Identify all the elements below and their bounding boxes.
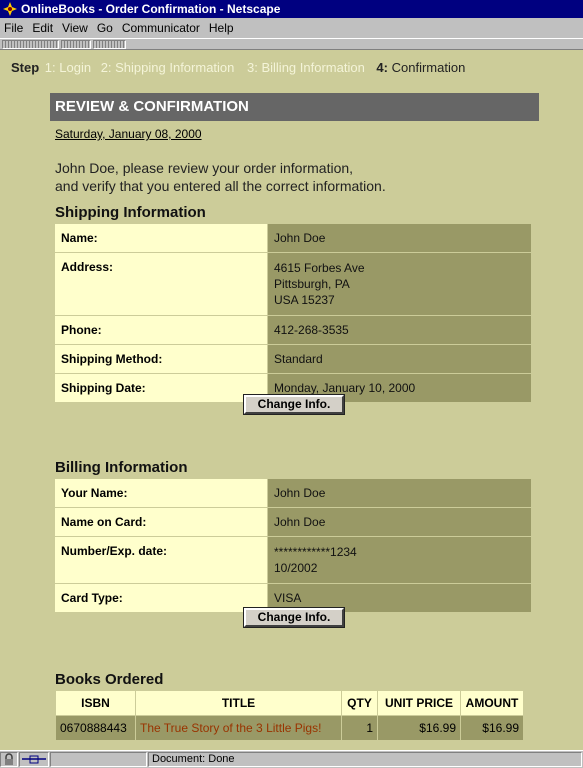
address-line-2: Pittsburgh, PA bbox=[274, 277, 350, 291]
menu-view[interactable]: View bbox=[62, 21, 88, 35]
table-row: Name: John Doe bbox=[55, 224, 531, 252]
change-shipping-button[interactable]: Change Info. bbox=[243, 394, 345, 415]
billing-table: Your Name: John Doe Name on Card: John D… bbox=[55, 478, 531, 613]
book-isbn: 0670888443 bbox=[56, 716, 135, 740]
book-unit-price: $16.99 bbox=[378, 716, 460, 740]
netscape-icon bbox=[3, 2, 17, 16]
intro-line-1: John Doe, please review your order infor… bbox=[55, 160, 354, 176]
table-row: Shipping Method: Standard bbox=[55, 345, 531, 373]
shipping-date-label: Shipping Date: bbox=[55, 374, 268, 402]
card-number: ************1234 bbox=[274, 545, 357, 559]
address-line-1: 4615 Forbes Ave bbox=[274, 261, 365, 275]
card-expiry: 10/2002 bbox=[274, 561, 318, 575]
book-title-link[interactable]: The True Story of the 3 Little Pigs! bbox=[136, 716, 341, 740]
intro-text: John Doe, please review your order infor… bbox=[55, 159, 386, 195]
book-amount: $16.99 bbox=[461, 716, 523, 740]
step-confirmation: 4: Confirmation bbox=[376, 60, 465, 75]
menu-go[interactable]: Go bbox=[97, 21, 113, 35]
billing-card-type-label: Card Type: bbox=[55, 584, 268, 612]
billing-number-label: Number/Exp. date: bbox=[55, 537, 268, 583]
page-title: REVIEW & CONFIRMATION bbox=[50, 93, 539, 121]
window-titlebar[interactable]: OnlineBooks - Order Confirmation - Netsc… bbox=[0, 0, 583, 18]
col-isbn: ISBN bbox=[56, 691, 135, 715]
col-unit-price: UNIT PRICE bbox=[378, 691, 460, 715]
billing-number-value: ************1234 10/2002 bbox=[268, 537, 531, 583]
menu-bar: File Edit View Go Communicator Help bbox=[0, 18, 583, 38]
shipping-phone-value: 412-268-3535 bbox=[268, 316, 531, 344]
books-table: ISBN TITLE QTY UNIT PRICE AMOUNT 0670888… bbox=[55, 690, 524, 741]
toolbar-grip-personal[interactable] bbox=[93, 40, 126, 49]
table-row: Number/Exp. date: ************1234 10/20… bbox=[55, 537, 531, 583]
step-confirmation-number: 4: bbox=[376, 60, 388, 75]
status-text: Document: Done bbox=[148, 752, 582, 767]
shipping-address-label: Address: bbox=[55, 253, 268, 315]
step-login: 1: Login bbox=[44, 60, 92, 75]
steps-lead: Step bbox=[11, 60, 40, 75]
table-row: Your Name: John Doe bbox=[55, 479, 531, 507]
billing-card-name-value: John Doe bbox=[268, 508, 531, 536]
shipping-name-value: John Doe bbox=[268, 224, 531, 252]
shipping-address-value: 4615 Forbes Ave Pittsburgh, PA USA 15237 bbox=[268, 253, 531, 315]
col-title: TITLE bbox=[136, 691, 341, 715]
menu-edit[interactable]: Edit bbox=[32, 21, 53, 35]
page-viewport[interactable]: Step 1: Login 2: Shipping Information 3:… bbox=[0, 50, 583, 750]
billing-your-name-label: Your Name: bbox=[55, 479, 268, 507]
security-icon[interactable] bbox=[0, 752, 18, 767]
table-row: Address: 4615 Forbes Ave Pittsburgh, PA … bbox=[55, 253, 531, 315]
table-header-row: ISBN TITLE QTY UNIT PRICE AMOUNT bbox=[56, 691, 523, 715]
window-title: OnlineBooks - Order Confirmation - Netsc… bbox=[21, 2, 281, 16]
progress-bar bbox=[50, 752, 147, 767]
shipping-heading: Shipping Information bbox=[55, 204, 206, 221]
col-amount: AMOUNT bbox=[461, 691, 523, 715]
menu-help[interactable]: Help bbox=[209, 21, 234, 35]
checkout-steps: Step 1: Login 2: Shipping Information 3:… bbox=[11, 60, 465, 75]
status-bar: Document: Done bbox=[0, 750, 583, 768]
connection-icon bbox=[19, 752, 49, 767]
shipping-phone-label: Phone: bbox=[55, 316, 268, 344]
step-confirmation-label: Confirmation bbox=[391, 60, 466, 75]
shipping-table: Name: John Doe Address: 4615 Forbes Ave … bbox=[55, 223, 531, 403]
billing-card-name-label: Name on Card: bbox=[55, 508, 268, 536]
toolbar-grip-location[interactable] bbox=[61, 40, 91, 49]
step-billing: 3: Billing Information bbox=[247, 60, 365, 75]
billing-your-name-value: John Doe bbox=[268, 479, 531, 507]
order-date: Saturday, January 08, 2000 bbox=[55, 127, 202, 141]
intro-line-2: and verify that you entered all the corr… bbox=[55, 178, 386, 194]
shipping-method-label: Shipping Method: bbox=[55, 345, 268, 373]
billing-heading: Billing Information bbox=[55, 459, 188, 476]
table-row: Name on Card: John Doe bbox=[55, 508, 531, 536]
shipping-method-value: Standard bbox=[268, 345, 531, 373]
shipping-name-label: Name: bbox=[55, 224, 268, 252]
collapsed-toolbars bbox=[0, 38, 583, 50]
toolbar-grip-navigation[interactable] bbox=[2, 40, 59, 49]
change-billing-button[interactable]: Change Info. bbox=[243, 607, 345, 628]
step-shipping: 2: Shipping Information bbox=[100, 60, 235, 75]
menu-file[interactable]: File bbox=[4, 21, 23, 35]
address-line-3: USA 15237 bbox=[274, 293, 335, 307]
book-qty: 1 bbox=[342, 716, 377, 740]
books-heading: Books Ordered bbox=[55, 671, 164, 688]
menu-communicator[interactable]: Communicator bbox=[122, 21, 200, 35]
table-row: 0670888443 The True Story of the 3 Littl… bbox=[56, 716, 523, 740]
col-qty: QTY bbox=[342, 691, 377, 715]
table-row: Phone: 412-268-3535 bbox=[55, 316, 531, 344]
